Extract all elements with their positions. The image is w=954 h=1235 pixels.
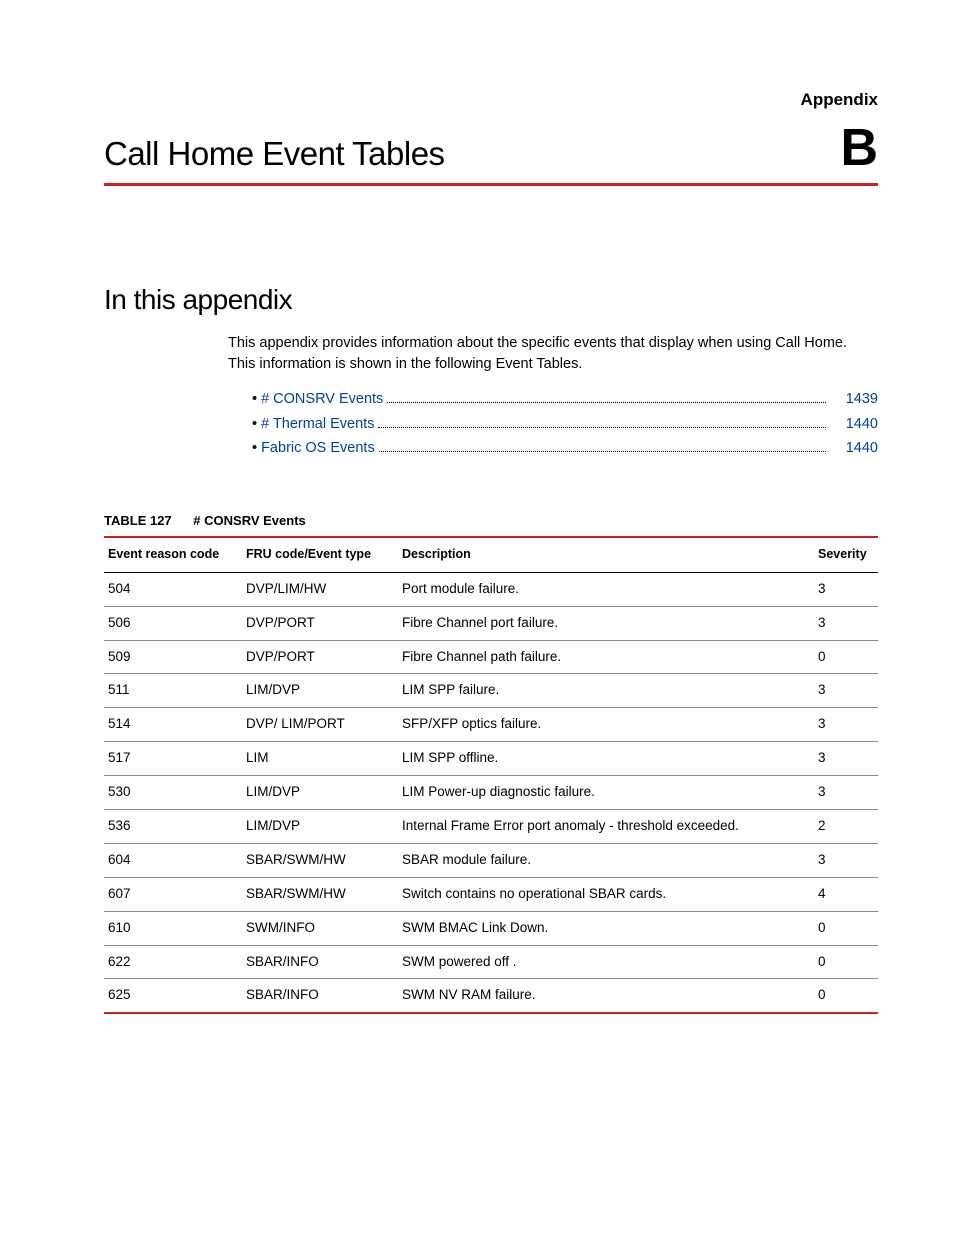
cell-sev: 0 (814, 640, 878, 674)
cell-desc: SWM powered off . (398, 945, 814, 979)
cell-desc: LIM Power-up diagnostic failure. (398, 776, 814, 810)
cell-desc: SFP/XFP optics failure. (398, 708, 814, 742)
page: Appendix Call Home Event Tables B In thi… (0, 0, 954, 1235)
cell-fru: DVP/PORT (242, 640, 398, 674)
cell-desc: Switch contains no operational SBAR card… (398, 877, 814, 911)
toc: • # CONSRV Events 1439 • # Thermal Event… (252, 389, 878, 458)
table-row: 530LIM/DVPLIM Power-up diagnostic failur… (104, 776, 878, 810)
table-row: 514DVP/ LIM/PORTSFP/XFP optics failure.3 (104, 708, 878, 742)
cell-code: 530 (104, 776, 242, 810)
cell-sev: 2 (814, 810, 878, 844)
cell-desc: SWM NV RAM failure. (398, 979, 814, 1013)
table-body: 504DVP/LIM/HWPort module failure.3 506DV… (104, 572, 878, 1013)
cell-fru: DVP/PORT (242, 606, 398, 640)
cell-fru: SBAR/INFO (242, 979, 398, 1013)
table-row: 506DVP/PORTFibre Channel port failure.3 (104, 606, 878, 640)
toc-leader (379, 439, 826, 452)
cell-code: 607 (104, 877, 242, 911)
table-caption-title: # CONSRV Events (193, 513, 305, 528)
title-row: Call Home Event Tables B (104, 122, 878, 186)
cell-sev: 3 (814, 742, 878, 776)
toc-item: • # CONSRV Events 1439 (252, 389, 878, 409)
cell-code: 511 (104, 674, 242, 708)
cell-code: 517 (104, 742, 242, 776)
cell-desc: Fibre Channel port failure. (398, 606, 814, 640)
table-row: 511LIM/DVPLIM SPP failure.3 (104, 674, 878, 708)
cell-desc: SWM BMAC Link Down. (398, 911, 814, 945)
appendix-letter: B (840, 122, 878, 174)
page-title: Call Home Event Tables (104, 131, 445, 177)
toc-item: • Fabric OS Events 1440 (252, 438, 878, 458)
toc-page[interactable]: 1440 (830, 414, 878, 434)
cell-sev: 0 (814, 945, 878, 979)
cell-code: 622 (104, 945, 242, 979)
cell-sev: 4 (814, 877, 878, 911)
section-intro: This appendix provides information about… (228, 333, 878, 375)
toc-leader (387, 391, 826, 404)
th-severity: Severity (814, 537, 878, 572)
bullet-icon: • (252, 438, 257, 458)
th-event-reason-code: Event reason code (104, 537, 242, 572)
cell-fru: LIM/DVP (242, 810, 398, 844)
table-caption-label: TABLE 127 (104, 513, 172, 528)
cell-sev: 3 (814, 776, 878, 810)
cell-sev: 3 (814, 674, 878, 708)
cell-code: 625 (104, 979, 242, 1013)
cell-code: 504 (104, 572, 242, 606)
cell-desc: SBAR module failure. (398, 843, 814, 877)
th-description: Description (398, 537, 814, 572)
table-row: 517LIMLIM SPP offline.3 (104, 742, 878, 776)
table-row: 504DVP/LIM/HWPort module failure.3 (104, 572, 878, 606)
cell-fru: LIM/DVP (242, 776, 398, 810)
table-row: 607SBAR/SWM/HWSwitch contains no operati… (104, 877, 878, 911)
toc-link[interactable]: Fabric OS Events (261, 438, 375, 458)
toc-page[interactable]: 1439 (830, 389, 878, 409)
cell-code: 604 (104, 843, 242, 877)
th-fru-code: FRU code/Event type (242, 537, 398, 572)
bullet-icon: • (252, 389, 257, 409)
cell-code: 514 (104, 708, 242, 742)
toc-leader (378, 415, 826, 428)
cell-desc: LIM SPP offline. (398, 742, 814, 776)
toc-page[interactable]: 1440 (830, 438, 878, 458)
cell-fru: SBAR/INFO (242, 945, 398, 979)
cell-fru: SBAR/SWM/HW (242, 843, 398, 877)
cell-fru: DVP/ LIM/PORT (242, 708, 398, 742)
cell-sev: 0 (814, 911, 878, 945)
cell-fru: SWM/INFO (242, 911, 398, 945)
cell-code: 509 (104, 640, 242, 674)
table-row: 509DVP/PORTFibre Channel path failure.0 (104, 640, 878, 674)
table-header-row: Event reason code FRU code/Event type De… (104, 537, 878, 572)
cell-code: 610 (104, 911, 242, 945)
table-row: 604SBAR/SWM/HWSBAR module failure.3 (104, 843, 878, 877)
cell-code: 506 (104, 606, 242, 640)
events-table: Event reason code FRU code/Event type De… (104, 536, 878, 1014)
table-caption: TABLE 127 # CONSRV Events (104, 512, 878, 530)
cell-sev: 3 (814, 606, 878, 640)
cell-desc: Internal Frame Error port anomaly - thre… (398, 810, 814, 844)
cell-desc: LIM SPP failure. (398, 674, 814, 708)
section-heading: In this appendix (104, 280, 878, 319)
cell-sev: 0 (814, 979, 878, 1013)
bullet-icon: • (252, 414, 257, 434)
table-row: 622SBAR/INFOSWM powered off .0 (104, 945, 878, 979)
appendix-label: Appendix (104, 88, 878, 112)
table-row: 536LIM/DVPInternal Frame Error port anom… (104, 810, 878, 844)
cell-sev: 3 (814, 843, 878, 877)
cell-fru: SBAR/SWM/HW (242, 877, 398, 911)
cell-fru: LIM/DVP (242, 674, 398, 708)
cell-sev: 3 (814, 572, 878, 606)
cell-fru: DVP/LIM/HW (242, 572, 398, 606)
toc-link[interactable]: # Thermal Events (261, 414, 374, 434)
toc-link[interactable]: # CONSRV Events (261, 389, 383, 409)
cell-desc: Fibre Channel path failure. (398, 640, 814, 674)
cell-fru: LIM (242, 742, 398, 776)
cell-code: 536 (104, 810, 242, 844)
toc-item: • # Thermal Events 1440 (252, 414, 878, 434)
table-row: 625SBAR/INFOSWM NV RAM failure.0 (104, 979, 878, 1013)
cell-desc: Port module failure. (398, 572, 814, 606)
cell-sev: 3 (814, 708, 878, 742)
table-row: 610SWM/INFOSWM BMAC Link Down.0 (104, 911, 878, 945)
